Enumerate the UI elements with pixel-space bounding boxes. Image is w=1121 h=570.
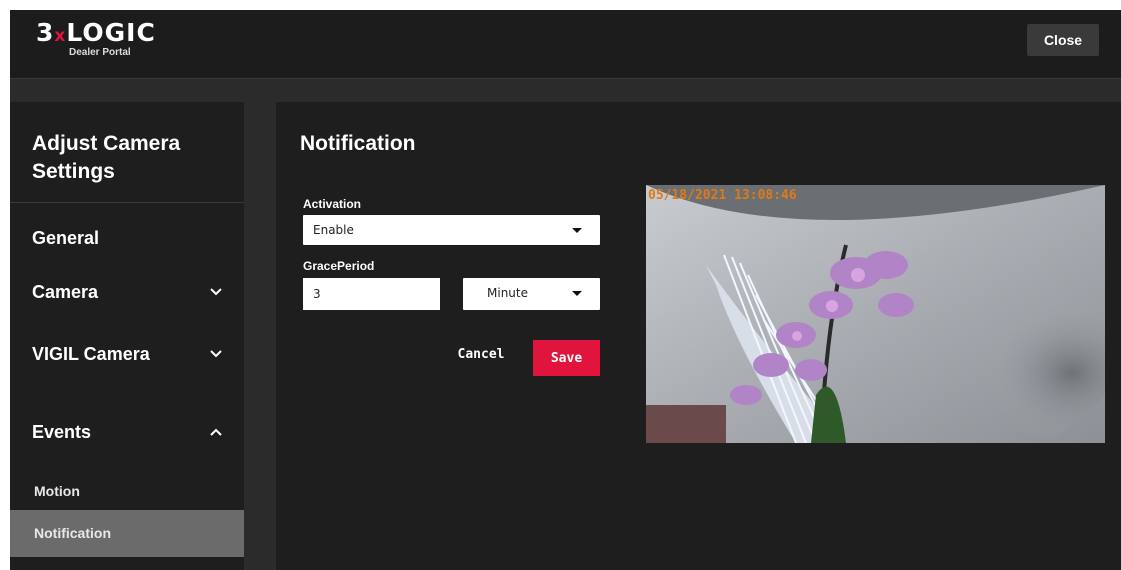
grace-period-label: GracePeriod [303, 259, 375, 273]
sidebar: Adjust Camera Settings General Camera VI… [10, 102, 244, 570]
app-frame: 3xLOGIC Dealer Portal Close Adjust Camer… [10, 10, 1121, 570]
sidebar-subitem-label: Notification [34, 525, 111, 541]
caret-down-icon [572, 291, 582, 296]
page-title: Notification [300, 132, 416, 155]
sidebar-title: Adjust Camera Settings [32, 132, 181, 183]
top-bar: 3xLOGIC Dealer Portal Close [10, 10, 1121, 79]
sidebar-divider [10, 202, 244, 203]
chevron-down-icon [210, 288, 222, 296]
chevron-down-icon [210, 350, 222, 358]
preview-timestamp: 05/18/2021 13:08:46 [648, 188, 797, 203]
caret-down-icon [572, 228, 582, 233]
sidebar-subitem-motion[interactable]: Motion [34, 483, 80, 499]
cancel-button[interactable]: Cancel [446, 340, 516, 368]
logo: 3xLOGIC Dealer Portal [36, 20, 176, 64]
logo-rest: LOGIC [66, 18, 156, 47]
grace-period-input[interactable] [303, 278, 440, 310]
logo-main: 3 [36, 18, 55, 47]
sidebar-subitem-notification[interactable]: Notification [10, 510, 244, 557]
camera-snapshot [646, 185, 1105, 443]
activation-value: Enable [313, 223, 354, 237]
chevron-up-icon [210, 428, 222, 436]
grace-unit-value: Minute [487, 286, 528, 300]
close-button[interactable]: Close [1027, 24, 1099, 56]
activation-label: Activation [303, 197, 362, 211]
activation-select[interactable]: Enable [303, 215, 600, 245]
logo-subtitle: Dealer Portal [69, 47, 131, 58]
sidebar-item-label: VIGIL Camera [32, 344, 150, 364]
logo-x: x [54, 26, 67, 46]
sidebar-item-label: Camera [32, 282, 99, 302]
logo-wordmark: 3xLOGIC [36, 20, 176, 49]
main-panel: Notification Activation Enable GracePeri… [276, 102, 1121, 570]
camera-preview: 05/18/2021 13:08:46 [646, 185, 1105, 443]
grace-unit-select[interactable]: Minute [463, 278, 600, 310]
save-button[interactable]: Save [533, 340, 600, 376]
sidebar-item-label: Events [32, 422, 92, 442]
sidebar-item-label: General [32, 228, 100, 248]
